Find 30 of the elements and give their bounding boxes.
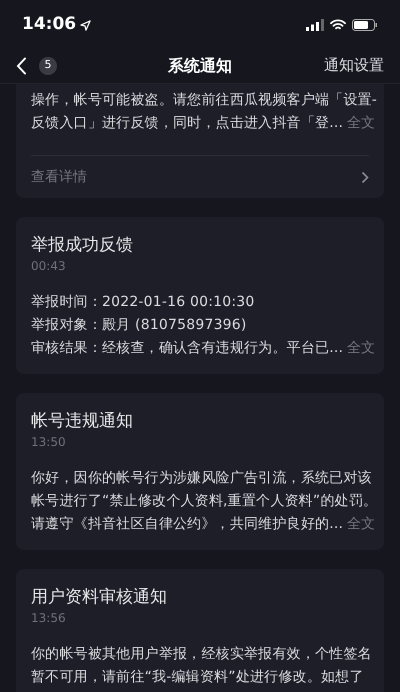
notification-text: 举报对象：殿月 (81075897396) [31,316,247,335]
notification-text: 你的帐号被其他用户举报，经核实举报有效，个性签名 [31,645,372,664]
notification-text: 帐号进行了“禁止修改个人资料,重置个人资料”的处罚。 [31,492,378,511]
full-text-link[interactable]: 全文 [347,113,376,134]
notification-title: 用户资料审核通知 [31,586,168,609]
battery-icon [352,19,378,31]
unread-count-badge: 5 [39,56,57,74]
notification-time: 00:43 [31,258,67,275]
notification-text: 你好，因你的帐号行为涉嫌风险广告引流，系统已对该 [31,469,372,488]
notification-text: 请遵守《抖音社区自律公约》，共同维护良好的... [31,515,344,534]
view-details-link[interactable]: 查看详情 [31,166,87,188]
chevron-right-icon [361,170,369,184]
full-text-link[interactable]: 全文 [347,338,376,359]
signal-icon [306,19,324,31]
notification-text: 举报时间：2022-01-16 00:10:30 [31,293,254,312]
location-arrow-icon [80,20,92,30]
notification-title: 举报成功反馈 [31,234,134,257]
full-text-link[interactable]: 全文 [347,514,376,535]
notification-settings-button[interactable]: 通知设置 [324,54,384,77]
notification-text: 操作，帐号可能被盗。请您前往西瓜视频客户端「设置- [31,91,378,110]
notification-time: 13:56 [31,610,67,627]
notification-time: 13:50 [31,434,67,451]
notification-text: 审核结果：经核查，确认含有违规行为。平台已... [31,339,344,358]
status-time: 14:06 [22,13,76,36]
page-title: 系统通知 [168,54,232,76]
back-icon[interactable] [16,56,27,74]
notification-text: 反馈入口」进行反馈，同时，点击进入抖音「登... [31,114,344,133]
notification-title: 帐号违规通知 [31,410,134,433]
notification-text: 暂不可用，请前往“我-编辑资料”处进行修改。如想了 [31,668,364,687]
wifi-icon [330,19,346,31]
